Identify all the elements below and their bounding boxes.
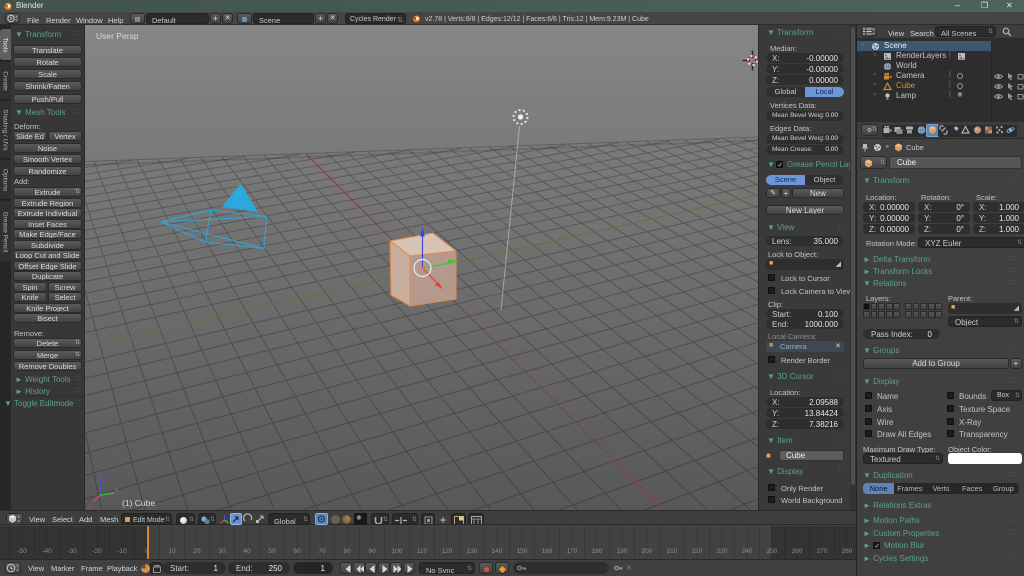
svg-text:z: z <box>98 473 101 479</box>
svg-text:(1) Cube: (1) Cube <box>122 498 155 508</box>
svg-text:User Persp: User Persp <box>96 31 139 41</box>
svg-text:y: y <box>115 487 118 493</box>
